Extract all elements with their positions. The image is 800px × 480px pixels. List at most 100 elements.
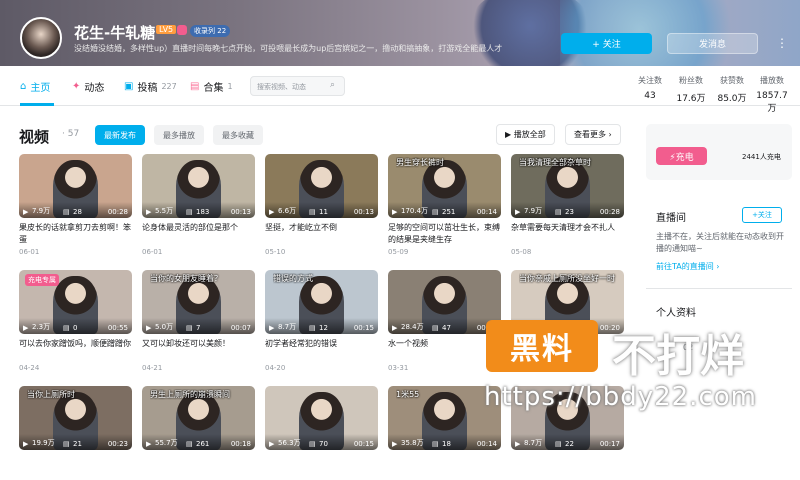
stat-followers[interactable]: 粉丝数 17.6万 [671, 75, 711, 104]
video-title[interactable] [511, 454, 624, 478]
play-icon: ▶ [146, 208, 152, 216]
video-card[interactable]: 男生上厕所的崩溃瞬间 ▶ 55.7万 ▤ 261 00:18 [142, 386, 255, 480]
search-icon[interactable]: ⌕ [330, 80, 335, 90]
sort-latest[interactable]: 最新发布 [95, 125, 145, 145]
play-icon: ▶ [515, 208, 521, 216]
duration: 00:07 [230, 324, 251, 332]
home-icon: ⌂ [20, 81, 27, 92]
video-thumbnail[interactable]: 男生穿长裤时 ▶ 170.4万 ▤ 251 00:14 [388, 154, 501, 218]
thumbnail-caption: 错误的方式 [273, 274, 313, 283]
level-badge: LV5 [156, 25, 177, 34]
duration: 00:28 [599, 208, 620, 216]
video-title[interactable]: 果皮长的话就拿剪刀去剪啊！笨蛋 [19, 222, 132, 246]
charge-button[interactable]: ⚡充电 [656, 147, 707, 165]
video-thumbnail[interactable]: ▶ 56.3万 ▤ 70 00:15 [265, 386, 378, 450]
avatar[interactable] [20, 17, 62, 59]
live-follow-button[interactable]: +关注 [742, 207, 782, 223]
video-title[interactable] [265, 454, 378, 478]
thumbnail-caption: 当我清理全部杂草时 [519, 158, 591, 167]
video-thumbnail[interactable]: 当我清理全部杂草时 ▶ 7.9万 ▤ 23 00:28 [511, 154, 624, 218]
stat-following[interactable]: 关注数 43 [630, 75, 670, 101]
video-card[interactable]: 当我清理全部杂草时 ▶ 7.9万 ▤ 23 00:28 杂草需要每天清理才会不扎人 05-08 [511, 154, 624, 256]
video-thumbnail[interactable]: ▶ 7.9万 ▤ 28 00:28 [19, 154, 132, 218]
thumbnail-caption: 男生上厕所的崩溃瞬间 [150, 390, 230, 399]
video-icon: ▣ [124, 81, 134, 92]
view-count: 5.5万 [155, 207, 174, 215]
video-thumbnail[interactable]: ▶ 5.5万 ▤ 183 00:13 [142, 154, 255, 218]
sort-most-played[interactable]: 最多播放 [154, 125, 204, 145]
play-icon: ▶ [23, 208, 29, 216]
vip-badge-icon [177, 25, 187, 35]
section-title: 视频 [19, 128, 50, 146]
see-more-button[interactable]: 查看更多 › [565, 124, 621, 145]
video-date: 05-10 [265, 248, 286, 256]
video-title[interactable] [19, 454, 132, 478]
follow-button[interactable]: + 关注 [561, 33, 652, 54]
video-title[interactable] [388, 454, 501, 478]
video-title[interactable]: 初学者经常犯的错误 [265, 338, 378, 362]
video-title[interactable]: 水一个视频 [388, 338, 501, 362]
view-count: 2.3万 [32, 323, 51, 331]
active-tab-indicator [20, 103, 54, 106]
video-card[interactable]: ▶ 6.6万 ▤ 11 00:13 坚挺，才能屹立不倒 05-10 [265, 154, 378, 256]
video-thumbnail[interactable]: ▶ 6.6万 ▤ 11 00:13 [265, 154, 378, 218]
video-thumbnail[interactable]: 错误的方式 ▶ 8.7万 ▤ 12 00:15 [265, 270, 378, 334]
video-thumbnail[interactable]: 充电专属 ▶ 2.3万 ▤ 0 00:55 [19, 270, 132, 334]
medal-badge: 收录列 22 [190, 25, 231, 37]
comment-count: 23 [565, 208, 574, 216]
video-card[interactable]: 当你的女朋友睡着？ ▶ 5.0万 ▤ 7 00:07 又可以卸妆还可以美颜！ 04-21 [142, 270, 255, 372]
video-card[interactable]: ▶ 5.5万 ▤ 183 00:13 论身体最灵活的部位是那个 06-01 [142, 154, 255, 256]
play-all-button[interactable]: ▶ 播放全部 [496, 124, 555, 145]
video-title[interactable]: 足够的空间可以茁壮生长，束缚的结果是夹缝生存 [388, 222, 501, 246]
video-card[interactable]: ▶28.4万▤4700:14水一个视频03-31 [388, 270, 501, 372]
username[interactable]: 花生-牛轧糖 [74, 22, 155, 43]
tab-uploads[interactable]: ▣ 投稿 227 [124, 79, 177, 94]
tab-home[interactable]: ⌂ 主页 [20, 79, 50, 94]
play-icon: ▶ [146, 324, 152, 332]
dynamic-icon: ✦ [72, 81, 81, 92]
video-card[interactable]: ▶ 7.9万 ▤ 28 00:28 果皮长的话就拿剪刀去剪啊！笨蛋 06-01 [19, 154, 132, 256]
video-title[interactable] [142, 454, 255, 478]
video-title[interactable]: 可以去你家蹭饭吗，顺便蹭蹭你 [19, 338, 132, 362]
duration: 00:13 [353, 208, 374, 216]
video-card[interactable]: 当你上厕所时 ▶ 19.9万 ▤ 21 00:23 [19, 386, 132, 480]
video-title[interactable]: 坚挺，才能屹立不倒 [265, 222, 378, 246]
thumbnail-caption: 男生穿长裤时 [396, 158, 444, 167]
video-card[interactable]: 充电专属 ▶ 2.3万 ▤ 0 00:55 可以去你家蹭饭吗，顺便蹭蹭你 04-24 [19, 270, 132, 372]
live-description: 主播不在，关注后就能在动态收到开播的通知喵~ [656, 232, 784, 253]
tab-collections[interactable]: ▤ 合集 1 [190, 79, 233, 94]
video-date: 04-20 [265, 364, 286, 372]
video-thumbnail[interactable]: ▶28.4万▤4700:14 [388, 270, 501, 334]
tab-dynamic[interactable]: ✦ 动态 [72, 79, 104, 94]
video-thumbnail[interactable]: 当你上厕所时 ▶ 19.9万 ▤ 21 00:23 [19, 386, 132, 450]
video-title[interactable]: 又可以卸妆还可以美颜！ [142, 338, 255, 362]
play-icon: ▶ [392, 324, 398, 332]
video-date: 05-09 [388, 248, 409, 256]
video-title[interactable]: 杂草需要每天清理才会不扎人 [511, 222, 624, 246]
video-date: 06-01 [19, 248, 40, 256]
watermark: 黑料 不打烊 [486, 318, 786, 382]
more-icon[interactable]: ⋮ [776, 36, 788, 50]
comment-count: 47 [442, 324, 451, 332]
video-date: 04-21 [142, 364, 163, 372]
video-title[interactable]: 论身体最灵活的部位是那个 [142, 222, 255, 246]
watermark-text: 不打烊 [612, 331, 744, 382]
video-card[interactable]: 男生穿长裤时 ▶ 170.4万 ▤ 251 00:14 足够的空间可以茁壮生长，束缚的结果是… [388, 154, 501, 256]
video-thumbnail[interactable]: 男生上厕所的崩溃瞬间 ▶ 55.7万 ▤ 261 00:18 [142, 386, 255, 450]
live-room-link[interactable]: 前往TA的直播间 › [656, 261, 719, 272]
thumbnail-caption: 当你亲戚上厕所没坐好一时 [519, 274, 615, 283]
video-date: 05-08 [511, 248, 532, 256]
play-icon: ▶ [269, 208, 275, 216]
video-card[interactable]: ▶ 56.3万 ▤ 70 00:15 [265, 386, 378, 480]
sort-most-fav[interactable]: 最多收藏 [213, 125, 263, 145]
view-count: 8.7万 [278, 323, 297, 331]
message-button[interactable]: 发消息 [667, 33, 758, 54]
view-count: 7.9万 [524, 207, 543, 215]
comment-icon: ▤ [186, 324, 193, 332]
section-count: · 57 [62, 129, 80, 139]
watermark-url: https://bbdy22.com [484, 382, 757, 412]
video-thumbnail[interactable]: 当你的女朋友睡着？ ▶ 5.0万 ▤ 7 00:07 [142, 270, 255, 334]
view-count: 5.0万 [155, 323, 174, 331]
charge-only-badge: 充电专属 [25, 274, 59, 286]
video-card[interactable]: 错误的方式 ▶ 8.7万 ▤ 12 00:15 初学者经常犯的错误 04-20 [265, 270, 378, 372]
